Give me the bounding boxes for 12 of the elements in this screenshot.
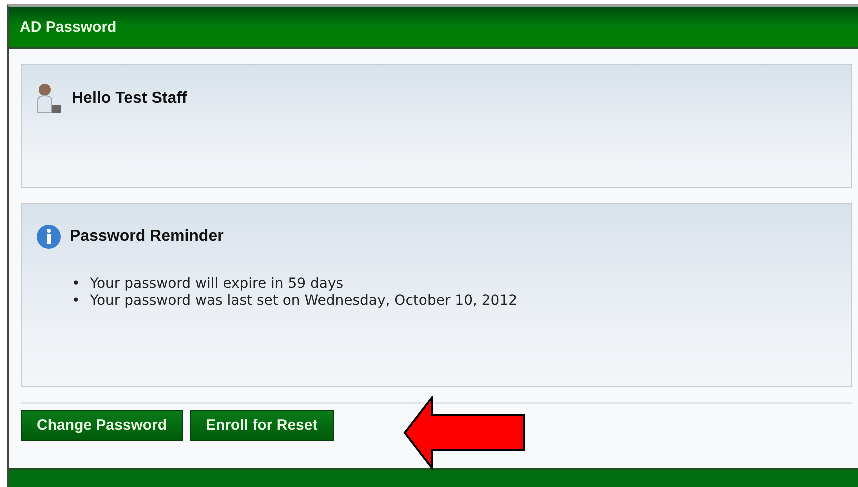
window-title: AD Password xyxy=(20,18,117,36)
user-icon xyxy=(36,83,64,115)
reminder-item: Your password will expire in 59 days xyxy=(90,276,344,293)
action-button[interactable]: Change Password xyxy=(21,410,184,441)
bullet: • xyxy=(72,276,80,293)
info-icon xyxy=(36,224,62,250)
greeting-heading: Hello Test Staff xyxy=(72,90,188,108)
reminder-heading: Password Reminder xyxy=(70,228,224,246)
bullet: • xyxy=(72,293,80,310)
arrow-icon xyxy=(403,396,527,470)
reminder-item: Your password was last set on Wednesday, October 10, 2012 xyxy=(90,293,518,310)
action-button[interactable]: Enroll for Reset xyxy=(190,410,334,441)
